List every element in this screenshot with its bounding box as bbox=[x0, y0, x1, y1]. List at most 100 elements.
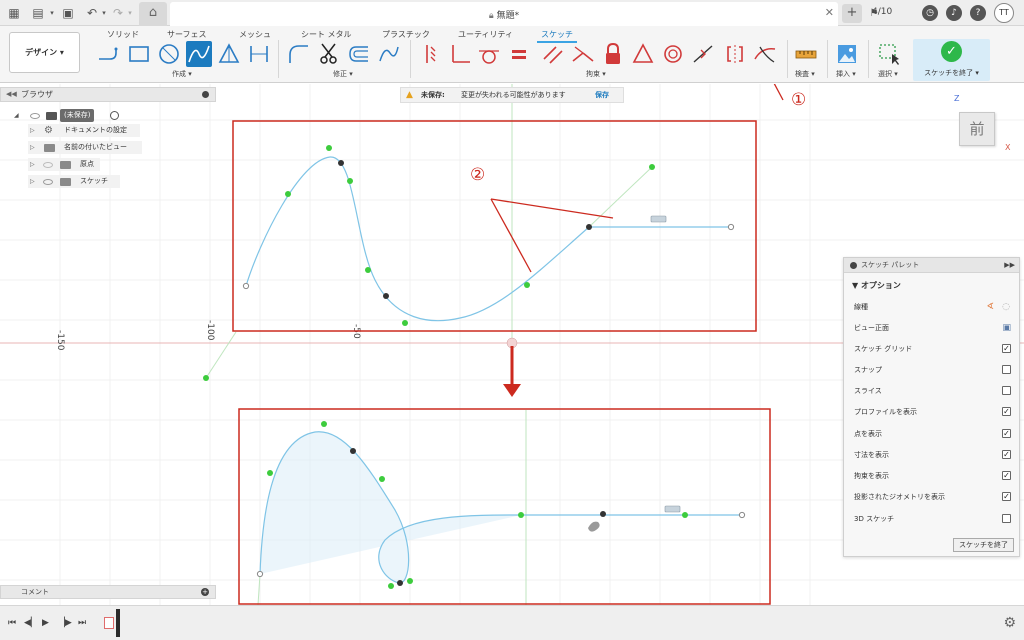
gear-icon[interactable]: ⚙ bbox=[1003, 615, 1016, 631]
polygon-tool[interactable] bbox=[216, 41, 242, 67]
add-comment-icon[interactable]: + bbox=[201, 588, 209, 596]
show-projected-checkbox[interactable]: ✓ bbox=[1002, 492, 1011, 501]
tab-plastic[interactable]: プラスチック bbox=[382, 29, 430, 40]
close-icon[interactable]: ✕ bbox=[825, 6, 834, 19]
save-link[interactable]: 保存 bbox=[595, 88, 609, 102]
modify-group-label[interactable]: 修正 ▾ bbox=[333, 69, 353, 79]
expand-icon[interactable]: ▷ bbox=[30, 124, 35, 137]
avatar[interactable]: TT bbox=[994, 3, 1014, 23]
fillet-tool[interactable] bbox=[286, 41, 312, 67]
collapse-icon[interactable]: ◀◀ bbox=[6, 88, 17, 101]
circle-tool[interactable] bbox=[156, 41, 182, 67]
show-profile-checkbox[interactable]: ✓ bbox=[1002, 407, 1011, 416]
visibility-eye-icon[interactable] bbox=[43, 179, 53, 185]
select-tool[interactable] bbox=[876, 41, 902, 67]
grid-icon[interactable]: ▦ bbox=[6, 5, 22, 21]
play-icon[interactable]: ▶ bbox=[42, 618, 49, 628]
tree-item-named-views[interactable]: ▷ 名前の付いたビュー bbox=[28, 141, 142, 154]
construction-linetype-icon[interactable]: ∢ bbox=[986, 302, 994, 312]
inspect-group-label[interactable]: 検査 ▾ bbox=[795, 69, 815, 79]
finish-sketch-button[interactable]: ✓ スケッチを終了 ▾ bbox=[913, 39, 990, 81]
constraints-group-label[interactable]: 拘束 ▾ bbox=[586, 69, 606, 79]
go-to-end-icon[interactable]: ⏭ bbox=[78, 618, 86, 628]
tree-root[interactable]: ◢ (未保存) bbox=[14, 109, 124, 122]
coincident-tool[interactable] bbox=[418, 41, 444, 67]
show-constraints-checkbox[interactable]: ✓ bbox=[1002, 471, 1011, 480]
browser-header[interactable]: ◀◀ ブラウザ bbox=[0, 87, 216, 102]
tree-item-origin[interactable]: ▷ 原点 bbox=[28, 158, 100, 171]
options-section[interactable]: ▼ オプション bbox=[852, 280, 901, 291]
snap-checkbox[interactable] bbox=[1002, 365, 1011, 374]
centerline-linetype-icon[interactable]: ◌ bbox=[1002, 302, 1010, 312]
tab-mesh[interactable]: メッシュ bbox=[239, 29, 271, 40]
redo-dropdown-icon[interactable]: ▾ bbox=[122, 5, 138, 21]
horizontal-vertical-tool[interactable] bbox=[722, 41, 748, 67]
collinear-tool[interactable] bbox=[570, 41, 596, 67]
trim-tool[interactable] bbox=[316, 41, 342, 67]
bell-icon[interactable]: ♪ bbox=[946, 5, 962, 21]
tab-sheet-metal[interactable]: シート メタル bbox=[301, 29, 352, 40]
document-tab[interactable]: 🔒︎ 無題* ✕ bbox=[170, 2, 838, 26]
file-dropdown-icon[interactable]: ▾ bbox=[44, 5, 60, 21]
minimize-icon[interactable] bbox=[850, 262, 857, 269]
home-tab[interactable]: ⌂ bbox=[139, 2, 167, 26]
workspace-design-button[interactable]: デザイン ▾ bbox=[9, 32, 80, 73]
tab-surface[interactable]: サーフェス bbox=[167, 29, 207, 40]
minimize-icon[interactable] bbox=[202, 91, 209, 98]
show-points-checkbox[interactable]: ✓ bbox=[1002, 429, 1011, 438]
clock-icon[interactable]: ◷ bbox=[922, 5, 938, 21]
expand-icon[interactable]: ◢ bbox=[14, 109, 19, 122]
look-at-icon[interactable]: ▣ bbox=[1002, 323, 1011, 333]
perpendicular-tool[interactable] bbox=[448, 41, 474, 67]
equal-tool[interactable] bbox=[506, 41, 532, 67]
curvature-tool[interactable] bbox=[752, 41, 778, 67]
rectangle-tool[interactable] bbox=[126, 41, 152, 67]
activate-radio-icon[interactable] bbox=[110, 111, 119, 120]
select-group-label[interactable]: 選択 ▾ bbox=[878, 69, 898, 79]
new-tab-button[interactable]: + bbox=[842, 4, 862, 23]
measure-tool[interactable] bbox=[793, 41, 819, 67]
help-icon[interactable]: ? bbox=[970, 5, 986, 21]
insert-group-label[interactable]: 挿入 ▾ bbox=[836, 69, 856, 79]
parallel-tool[interactable] bbox=[540, 41, 566, 67]
slice-checkbox[interactable] bbox=[1002, 386, 1011, 395]
midpoint-tool[interactable] bbox=[690, 41, 716, 67]
expand-icon[interactable]: ▷ bbox=[30, 158, 35, 171]
view-cube[interactable]: 前 bbox=[959, 112, 995, 146]
spline-tool[interactable] bbox=[186, 41, 212, 67]
save-icon[interactable]: ▣ bbox=[60, 5, 76, 21]
tree-item-document-settings[interactable]: ▷ ⚙ ドキュメントの設定 bbox=[28, 124, 140, 137]
step-forward-icon[interactable]: ▕▶ bbox=[58, 618, 72, 628]
palette-header[interactable]: スケッチ パレット ▶▶ bbox=[844, 258, 1019, 273]
timeline-marker[interactable] bbox=[116, 609, 120, 637]
go-to-start-icon[interactable]: ⏮ bbox=[8, 618, 16, 628]
line-tool[interactable] bbox=[96, 41, 122, 67]
ruler-icon bbox=[795, 50, 817, 59]
visibility-eye-icon[interactable] bbox=[30, 113, 40, 119]
fix-tool[interactable] bbox=[600, 41, 626, 67]
finish-sketch-palette-button[interactable]: スケッチを終了 bbox=[953, 538, 1014, 552]
sketch-grid-checkbox[interactable]: ✓ bbox=[1002, 344, 1011, 353]
expand-icon[interactable]: ▷ bbox=[30, 175, 35, 188]
expand-icon[interactable]: ▷ bbox=[30, 141, 35, 154]
create-group-label[interactable]: 作成 ▾ bbox=[172, 69, 192, 79]
warning-icon: ▲ bbox=[406, 90, 413, 100]
step-back-icon[interactable]: ◀▏ bbox=[24, 618, 38, 628]
3d-sketch-checkbox[interactable] bbox=[1002, 514, 1011, 523]
timeline-sketch-item[interactable] bbox=[104, 617, 114, 629]
tab-solid[interactable]: ソリッド bbox=[107, 29, 139, 40]
job-count[interactable]: 4/10 bbox=[872, 7, 892, 17]
mirror-spline-tool[interactable] bbox=[376, 41, 402, 67]
tab-utility[interactable]: ユーティリティ bbox=[458, 29, 513, 40]
visibility-eye-icon[interactable] bbox=[43, 162, 53, 168]
tree-item-sketches[interactable]: ▷ スケッチ bbox=[28, 175, 120, 188]
show-dimensions-checkbox[interactable]: ✓ bbox=[1002, 450, 1011, 459]
dimension-tool[interactable] bbox=[246, 41, 272, 67]
symmetry-tool[interactable] bbox=[630, 41, 656, 67]
tangent-tool[interactable] bbox=[476, 41, 502, 67]
concentric-tool[interactable] bbox=[660, 41, 686, 67]
comments-panel[interactable]: コメント + bbox=[0, 585, 216, 599]
expand-icon[interactable]: ▶▶ bbox=[1004, 258, 1015, 273]
insert-image-tool[interactable] bbox=[834, 41, 860, 67]
offset-tool[interactable] bbox=[346, 41, 372, 67]
